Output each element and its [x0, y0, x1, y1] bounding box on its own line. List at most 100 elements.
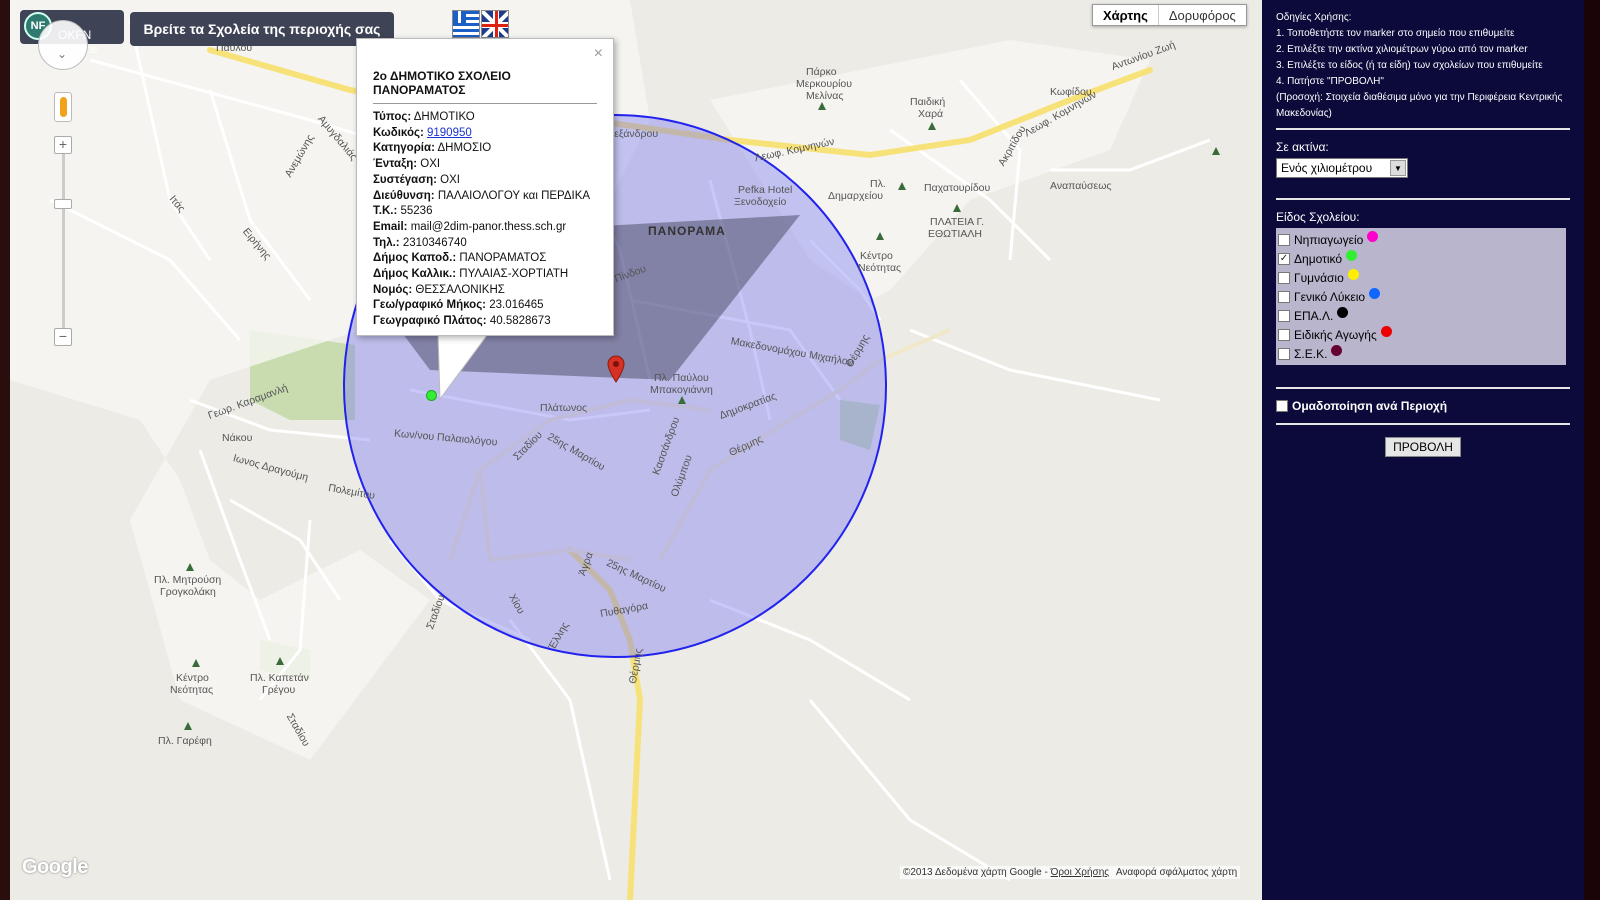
map-canvas[interactable]: ΠΑΝΟΡΑΜΑ Πλ. Παύλου Μπακογιάννη Πλάτωνος…: [10, 0, 1262, 900]
school-type-option[interactable]: Γενικό Λύκειο: [1278, 287, 1564, 306]
info-value: 40.5828673: [489, 315, 551, 328]
instructions: Οδηγίες Χρήσης: 1. Τοποθετήστε τον marker…: [1276, 10, 1570, 122]
radius-select[interactable]: Ενός χιλιομέτρου ▼: [1276, 158, 1408, 178]
map-label: Κωφίδου: [1050, 86, 1092, 98]
info-value: ΘΕΣΣΑΛΟΝΙΚΗΣ: [415, 283, 505, 296]
page-scrollbar[interactable]: [1584, 0, 1600, 900]
map-label: Πάρκο: [806, 66, 837, 78]
school-type-label: Νηπιαγωγείο: [1294, 232, 1364, 247]
school-type-list: Νηπιαγωγείο ✓ Δημοτικό Γυμνάσιο Γενικό Λύκει…: [1276, 228, 1566, 365]
divider: [1276, 387, 1570, 389]
map-label: Πλάτωνος: [540, 402, 588, 414]
map-label: Σταδίου: [424, 593, 448, 631]
school-type-label: Ειδικής Αγωγής: [1294, 327, 1377, 342]
info-row: Διεύθυνση: ΠΑΛΑΙΟΛΟΓΟΥ και ΠΕΡΔΙΚΑ: [373, 189, 597, 205]
school-type-option[interactable]: Σ.Ε.Κ.: [1278, 344, 1564, 363]
map-label: Κων/νου Παλαιολόγου: [393, 427, 498, 449]
info-value: ΟΧΙ: [440, 173, 460, 186]
school-type-checkbox[interactable]: [1278, 309, 1290, 322]
map-label: Μακεδονομάχου Μιχαήλου: [729, 335, 855, 369]
divider: [1276, 198, 1570, 200]
close-icon[interactable]: ×: [594, 45, 603, 63]
school-type-checkbox[interactable]: [1278, 328, 1290, 341]
school-type-option[interactable]: ✓ Δημοτικό: [1278, 249, 1564, 268]
info-row: Τηλ.: 2310346740: [373, 236, 597, 252]
map-label: Pefka Hotel: [738, 184, 793, 196]
school-type-checkbox[interactable]: [1278, 290, 1290, 303]
map-label: Δημοκρατίας: [717, 390, 778, 422]
map-label: Ξενοδοχείο: [734, 196, 787, 208]
map-label: 25ης Μαρτίου: [604, 556, 668, 596]
pegman-icon[interactable]: [54, 92, 72, 122]
map-label: Πυθαγόρα: [599, 599, 650, 621]
zoom-slider-track[interactable]: [62, 150, 65, 340]
map-type-control: Χάρτης Δορυφόρος: [1092, 4, 1247, 26]
group-by-area-label: Ομαδοποίηση ανά Περιοχή: [1292, 399, 1448, 413]
map-type-map-button[interactable]: Χάρτης: [1093, 5, 1158, 25]
map-label: Χίου: [506, 591, 527, 617]
map-type-satellite-button[interactable]: Δορυφόρος: [1157, 5, 1246, 25]
info-key: Δήμος Καλλικ.:: [373, 268, 457, 281]
info-key: Διεύθυνση:: [373, 189, 435, 202]
info-window-tail: [437, 334, 489, 401]
school-type-option[interactable]: Ειδικής Αγωγής: [1278, 325, 1564, 344]
info-row: Δήμος Καποδ.: ΠΑΝΟΡΑΜΑΤΟΣ: [373, 251, 597, 267]
uk-flag-icon[interactable]: [481, 10, 509, 38]
school-type-option[interactable]: ΕΠΑ.Λ.: [1278, 306, 1564, 325]
color-dot-icon: [1367, 231, 1379, 242]
info-value: 55236: [400, 205, 433, 218]
color-dot-icon: [1331, 345, 1343, 356]
school-type-label: ΕΠΑ.Λ.: [1294, 308, 1334, 323]
info-value: ΟΧΙ: [420, 158, 441, 171]
map-label: Γρογκολάκη: [160, 586, 216, 598]
zoom-in-button[interactable]: +: [54, 136, 72, 154]
window-edge: [0, 0, 10, 900]
school-type-option[interactable]: Γυμνάσιο: [1278, 268, 1564, 287]
group-by-area-option[interactable]: Ομαδοποίηση ανά Περιοχή: [1276, 399, 1570, 413]
map-label: 25ης Μαρτίου: [545, 430, 607, 474]
group-by-area-checkbox[interactable]: [1276, 400, 1288, 412]
info-key: Τύπος:: [373, 111, 412, 123]
map-label: Ειρήνης: [240, 225, 274, 263]
instruction-line: Οδηγίες Χρήσης:: [1276, 12, 1352, 23]
location-pin-icon[interactable]: [607, 355, 625, 383]
map-label: Παχατουρίδου: [924, 182, 991, 194]
report-error-link[interactable]: Αναφορά σφάλματος χάρτη: [1116, 867, 1237, 878]
map-label: Αμυγδαλιάς: [315, 113, 360, 163]
map-label: Γρέγου: [262, 684, 296, 696]
zoom-slider-handle[interactable]: [54, 199, 72, 209]
info-key: Νομός:: [373, 283, 413, 296]
info-value: 2310346740: [402, 236, 467, 249]
map-label: Πλ. Παύλου: [654, 372, 709, 384]
dropdown-arrow-icon[interactable]: ▼: [1390, 160, 1406, 176]
show-results-button[interactable]: ΠΡΟΒΟΛΗ: [1385, 437, 1461, 457]
school-type-checkbox[interactable]: ✓: [1278, 252, 1290, 265]
google-logo: Google: [22, 856, 88, 878]
school-type-checkbox[interactable]: [1278, 347, 1290, 360]
info-value: ΠΑΝΟΡΑΜΑΤΟΣ: [459, 252, 547, 265]
school-code-link[interactable]: 9190950: [427, 127, 472, 139]
info-value: mail@2dim-panor.thess.sch.gr: [410, 220, 567, 233]
pan-control[interactable]: ⌄: [38, 20, 88, 70]
info-row: Κατηγορία: ΔΗΜΟΣΙΟ: [373, 141, 597, 157]
map-label: Δημαρχείου: [828, 190, 884, 202]
greek-flag-icon[interactable]: [452, 10, 480, 38]
color-dot-icon: [1337, 307, 1349, 318]
info-row: Γεω/γραφικό Μήκος: 23.016465: [373, 298, 597, 314]
map-label: ΠΑΝΟΡΑΜΑ: [648, 224, 726, 238]
terms-link[interactable]: Όροι Χρήσης: [1051, 867, 1109, 878]
info-row: Κωδικός: 9190950: [373, 126, 597, 142]
map-labels: ΠΑΝΟΡΑΜΑ Πλ. Παύλου Μπακογιάννη Πλάτωνος…: [10, 0, 1262, 900]
map-label: Χαρά: [918, 108, 944, 120]
school-type-checkbox[interactable]: [1278, 233, 1290, 246]
map-label: Κέντρο: [176, 672, 209, 684]
school-type-checkbox[interactable]: [1278, 271, 1290, 284]
map-label: Άγρα: [576, 550, 596, 578]
zoom-out-button[interactable]: −: [54, 328, 72, 346]
school-type-option[interactable]: Νηπιαγωγείο: [1278, 230, 1564, 249]
map-label: Πλ.: [870, 178, 886, 190]
map-label: Νάκου: [222, 432, 253, 444]
instruction-line: (Προσοχή: Στοιχεία διαθέσιμα μόνο για τη…: [1276, 92, 1563, 119]
chevron-down-icon: ⌄: [57, 47, 68, 61]
radius-label: Σε ακτίνα:: [1276, 140, 1329, 154]
